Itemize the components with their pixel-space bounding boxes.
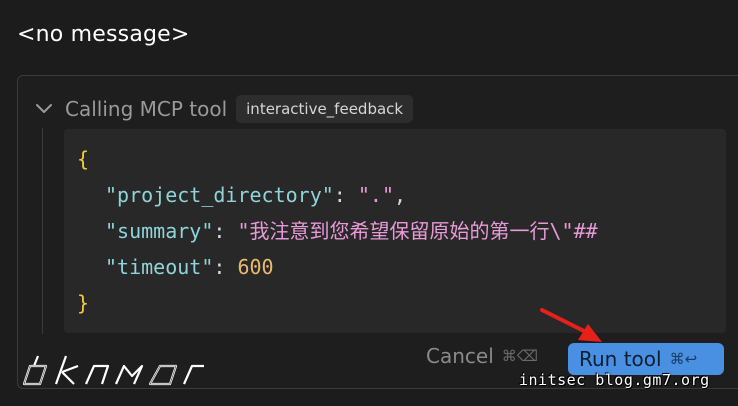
json-param-line: "summary": "我注意到您希望保留原始的第一行\"##: [105, 217, 610, 245]
json-key: "summary": [105, 219, 214, 243]
json-key: "project_directory": [105, 183, 334, 207]
tool-call-card: Calling MCP tool interactive_feedback { …: [17, 75, 738, 389]
json-separator: :: [333, 183, 358, 207]
tool-call-header[interactable]: Calling MCP tool interactive_feedback: [33, 93, 414, 125]
json-value: ".": [357, 183, 394, 207]
message-text: <no message>: [17, 22, 190, 47]
chat-view: <no message> Calling MCP tool interactiv…: [0, 0, 738, 406]
cancel-shortcut: ⌘⌫: [501, 347, 538, 365]
run-tool-shortcut: ⌘↩: [669, 350, 698, 368]
cancel-button[interactable]: Cancel ⌘⌫: [426, 344, 538, 368]
json-separator: :: [213, 219, 238, 243]
json-value: "我注意到您希望保留原始的第一行\"##: [237, 219, 610, 243]
json-open-brace: {: [77, 147, 90, 171]
watermark-logo: [22, 355, 204, 386]
chevron-down-icon[interactable]: [33, 98, 55, 120]
json-value: 600: [237, 255, 274, 279]
run-tool-label: Run tool: [579, 347, 662, 371]
json-param-line: "project_directory": ".",: [105, 181, 406, 209]
json-param-line: "timeout": 600: [105, 253, 274, 281]
tool-name-badge: interactive_feedback: [236, 95, 414, 123]
annotation-arrow-icon: [540, 308, 602, 342]
cancel-label: Cancel: [426, 344, 494, 368]
json-trailing-comma: ,: [394, 183, 407, 207]
tool-call-title: Calling MCP tool: [65, 97, 228, 121]
tool-params-code-block: { "project_directory": ".", "summary": "…: [64, 129, 726, 333]
watermark-text: initsec blog.gm7.org: [519, 371, 710, 389]
json-separator: :: [213, 255, 238, 279]
json-key: "timeout": [105, 255, 214, 279]
json-close-brace: }: [77, 291, 90, 315]
code-indent-rule: [42, 128, 43, 334]
